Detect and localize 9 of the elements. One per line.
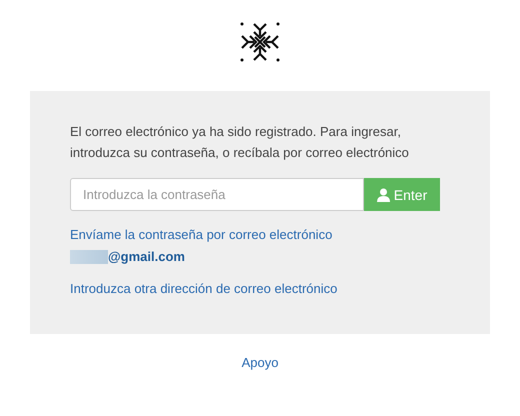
info-message: El correo electrónico ya ha sido registrado. Para ingresar, introduzca su contraseña, o recíbala por correo electrónico (70, 123, 410, 162)
support-link[interactable]: Apoyo (242, 355, 278, 370)
other-email-link[interactable]: Introduzca otra dirección de correo electrónico (70, 281, 338, 296)
redacted-block (70, 250, 108, 264)
password-field[interactable]: Introduzca la contraseña (70, 178, 364, 211)
email-address: @gmail.com (108, 249, 185, 264)
enter-button[interactable]: Enter (364, 178, 440, 211)
send-password-link[interactable]: Envíame la contraseña por correo electrónico (70, 227, 332, 242)
user-icon (376, 188, 390, 202)
